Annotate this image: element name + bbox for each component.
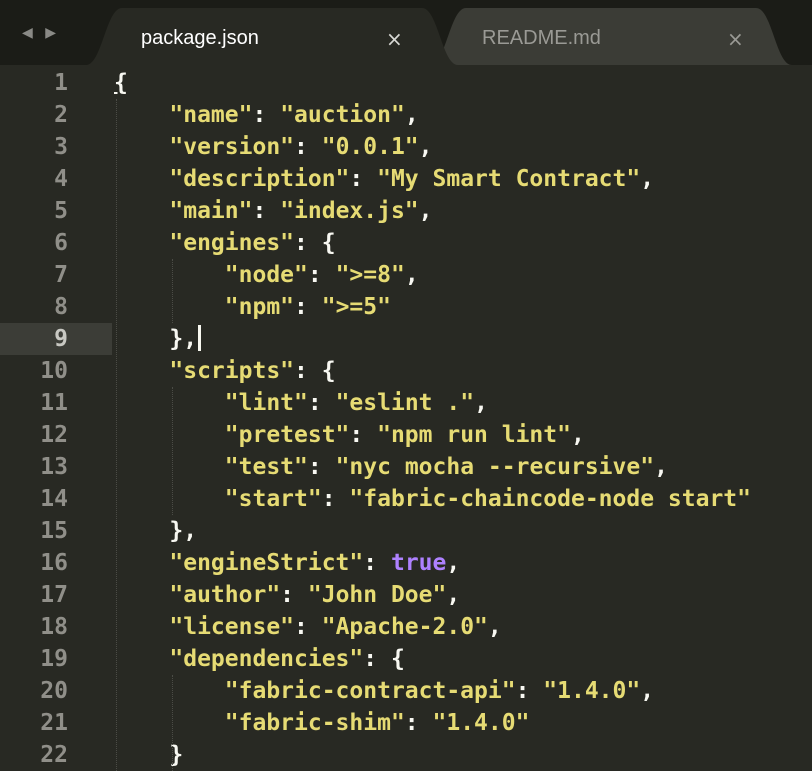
line-number: 22 [40, 742, 68, 768]
code-line[interactable]: 4 "description": "My Smart Contract", [0, 163, 812, 195]
code-text: { [114, 70, 128, 96]
code-line[interactable]: 15 }, [0, 515, 812, 547]
code-line[interactable]: 12 "pretest": "npm run lint", [0, 419, 812, 451]
line-number: 3 [54, 134, 68, 160]
code-text: "npm": ">=5" [224, 294, 391, 320]
code-line[interactable]: 11 "lint": "eslint .", [0, 387, 812, 419]
tab-label: README.md [482, 27, 601, 49]
indent-guide [116, 99, 117, 771]
line-number: 14 [40, 486, 68, 512]
line-number: 19 [40, 646, 68, 672]
code-line[interactable]: 6 "engines": { [0, 227, 812, 259]
code-text: "fabric-shim": "1.4.0" [224, 710, 530, 736]
line-number: 1 [54, 70, 68, 96]
line-number: 15 [40, 518, 68, 544]
code-line[interactable]: 13 "test": "nyc mocha --recursive", [0, 451, 812, 483]
tab-package-json[interactable]: package.json × [86, 8, 466, 65]
line-number: 6 [54, 230, 68, 256]
code-text: }, [114, 323, 202, 355]
code-line[interactable]: 19 "dependencies": { [0, 643, 812, 675]
line-number: 5 [54, 198, 68, 224]
code-text: "node": ">=8", [224, 262, 419, 288]
code-text: "scripts": { [169, 358, 336, 384]
code-editor[interactable]: 1{2 "name": "auction", 3 "version": "0.0.… [0, 65, 812, 771]
line-number: 17 [40, 582, 68, 608]
code-text: "name": "auction", [169, 102, 419, 128]
code-text: "dependencies": { [169, 646, 405, 672]
code-text: "engines": { [169, 230, 336, 256]
line-number: 10 [40, 358, 68, 384]
code-text: "author": "John Doe", [169, 582, 461, 608]
code-text: "main": "index.js", [169, 198, 433, 224]
code-line[interactable]: 1{ [0, 67, 812, 99]
code-text: "fabric-contract-api": "1.4.0", [224, 678, 655, 704]
tab-bar: ◀ ▶ README.md × package.json × [0, 0, 812, 65]
code-text: }, [114, 518, 198, 544]
close-icon[interactable]: × [386, 27, 403, 51]
code-line[interactable]: 3 "version": "0.0.1", [0, 131, 812, 163]
code-text: "license": "Apache-2.0", [169, 614, 502, 640]
indent-guide [172, 675, 173, 771]
code-line[interactable]: 20 "fabric-contract-api": "1.4.0", [0, 675, 812, 707]
line-number: 7 [54, 262, 68, 288]
line-number: 12 [40, 422, 68, 448]
code-line[interactable]: 17 "author": "John Doe", [0, 579, 812, 611]
line-number: 18 [40, 614, 68, 640]
tab-readme[interactable]: README.md × [430, 8, 810, 65]
line-number: 8 [54, 294, 68, 320]
code-text: "version": "0.0.1", [169, 134, 433, 160]
code-text: "description": "My Smart Contract", [169, 166, 655, 192]
code-text: "test": "nyc mocha --recursive", [224, 454, 668, 480]
line-number: 16 [40, 550, 68, 576]
code-line[interactable]: 2 "name": "auction", [0, 99, 812, 131]
nav-arrows-icon[interactable]: ◀ ▶ [22, 25, 60, 41]
code-line[interactable]: 21 "fabric-shim": "1.4.0" [0, 707, 812, 739]
code-line[interactable]: 16 "engineStrict": true, [0, 547, 812, 579]
code-line[interactable]: 9 }, [0, 323, 812, 355]
indent-guide [172, 259, 173, 323]
code-line[interactable]: 5 "main": "index.js", [0, 195, 812, 227]
code-line[interactable]: 8 "npm": ">=5" [0, 291, 812, 323]
line-number: 21 [40, 710, 68, 736]
line-number: 13 [40, 454, 68, 480]
code-line[interactable]: 14 "start": "fabric-chaincode-node start… [0, 483, 812, 515]
code-line[interactable]: 10 "scripts": { [0, 355, 812, 387]
code-text: "lint": "eslint .", [224, 390, 488, 416]
line-number: 11 [40, 390, 68, 416]
code-line[interactable]: 7 "node": ">=8", [0, 259, 812, 291]
tab-label: package.json [141, 27, 259, 49]
line-number: 20 [40, 678, 68, 704]
code-line[interactable]: 22 } [0, 739, 812, 771]
close-icon[interactable]: × [727, 27, 744, 51]
line-number: 4 [54, 166, 68, 192]
code-text: "pretest": "npm run lint", [224, 422, 585, 448]
indent-guide [172, 387, 173, 515]
line-number: 2 [54, 102, 68, 128]
code-text: "engineStrict": true, [169, 550, 461, 576]
code-line[interactable]: 18 "license": "Apache-2.0", [0, 611, 812, 643]
code-text: "start": "fabric-chaincode-node start" [224, 486, 751, 512]
text-cursor [198, 325, 202, 351]
line-number: 9 [54, 326, 68, 352]
